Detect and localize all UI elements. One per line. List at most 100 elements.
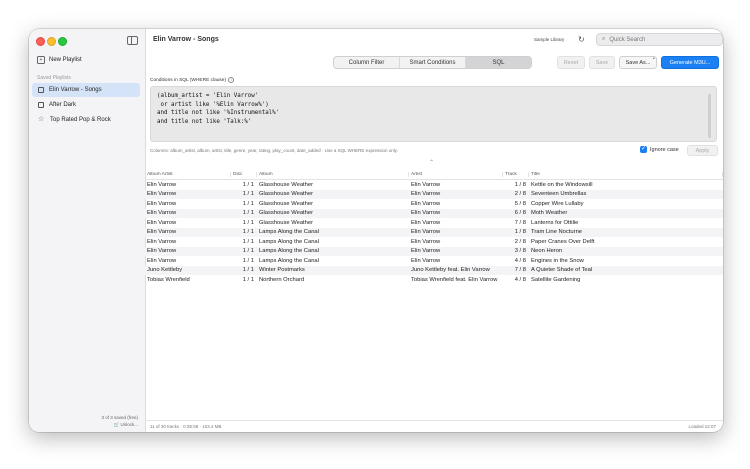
mode-segmented-control: Column Filter Smart Conditions SQL: [333, 56, 532, 69]
results-table: Album Artist Disc Album Artist Track Tit…: [145, 170, 723, 285]
apply-button[interactable]: Apply: [687, 145, 718, 156]
artist-cell: Elin Varrow: [411, 191, 441, 198]
column-header-artist[interactable]: Artist: [409, 172, 503, 177]
album-cell: Glasshouse Weather: [259, 210, 314, 217]
sql-code[interactable]: (album_artist = 'Elin Varrow' or artist …: [157, 92, 279, 126]
zoom-window-button[interactable]: [58, 37, 67, 46]
track-cell: 4 / 8: [514, 257, 526, 264]
sidebar-toggle-icon[interactable]: [127, 36, 138, 45]
column-header-title[interactable]: Title: [529, 172, 723, 177]
saved-count: 3 of 3 saved (free): [101, 415, 138, 420]
table-row[interactable]: Elin Varrow 1 / 1 Lamps Along the Canal Eli…: [145, 246, 723, 256]
title-cell: Tram Line Nocturne: [531, 229, 583, 236]
table-row[interactable]: Elin Varrow 1 / 1 Lamps Along the Canal Eli…: [145, 237, 723, 247]
artist-cell: Elin Varrow: [411, 200, 441, 207]
disc-cell: 1 / 1: [242, 191, 254, 198]
title-cell: Lanterns for Ottilie: [531, 219, 579, 226]
close-window-button[interactable]: [36, 37, 45, 46]
album-artist-cell: Elin Varrow: [147, 200, 177, 207]
artist-cell: Tobias Wrenfield feat. Elin Varrow: [411, 276, 498, 283]
columns-helper-text: Columns: album_artist, album, artist, ti…: [150, 148, 398, 153]
editor-scrollbar[interactable]: [708, 94, 711, 138]
track-cell: 5 / 8: [514, 200, 526, 207]
table-row[interactable]: Elin Varrow 1 / 1 Glasshouse Weather Elin V…: [145, 180, 723, 190]
track-cell: 7 / 8: [514, 267, 526, 274]
album-cell: Lamps Along the Canal: [259, 238, 319, 245]
table-row[interactable]: Elin Varrow 1 / 1 Lamps Along the Canal Eli…: [145, 227, 723, 237]
library-label[interactable]: Sample Library: [534, 37, 564, 42]
saved-playlists-heading: Saved Playlists: [37, 75, 71, 81]
new-playlist-button[interactable]: + New Playlist: [37, 56, 82, 64]
album-artist-cell: Elin Varrow: [147, 248, 177, 255]
disc-cell: 1 / 1: [242, 257, 254, 264]
album-cell: Lamps Along the Canal: [259, 248, 319, 255]
plus-icon: +: [37, 56, 45, 64]
disc-cell: 1 / 1: [242, 229, 254, 236]
sidebar-item-label: Top Rated Pop & Rock: [50, 117, 111, 123]
sidebar-item-top-rated[interactable]: ☆ Top Rated Pop & Rock: [32, 113, 140, 127]
column-header-album-artist[interactable]: Album Artist: [145, 172, 231, 177]
reset-button[interactable]: Reset: [557, 56, 585, 69]
new-playlist-label: New Playlist: [49, 57, 82, 63]
album-cell: Winter Postmarks: [259, 267, 305, 274]
sidebar: + New Playlist Saved Playlists Elin Varr…: [29, 29, 146, 432]
column-header-track[interactable]: Track: [503, 172, 529, 177]
ignore-case-checkbox[interactable]: ✓ Ignore case: [640, 146, 679, 153]
table-row[interactable]: Juno Kettleby 1 / 1 Winter Postmarks Juno K…: [145, 265, 723, 275]
album-artist-cell: Elin Varrow: [147, 210, 177, 217]
save-button[interactable]: Save: [589, 56, 615, 69]
table-row[interactable]: Elin Varrow 1 / 1 Lamps Along the Canal Eli…: [145, 256, 723, 266]
save-as-badge: •: [653, 56, 655, 62]
sql-editor[interactable]: (album_artist = 'Elin Varrow' or artist …: [150, 86, 717, 142]
table-row[interactable]: Elin Varrow 1 / 1 Glasshouse Weather Elin V…: [145, 189, 723, 199]
sidebar-item-after-dark[interactable]: After Dark: [32, 98, 140, 112]
artist-cell: Elin Varrow: [411, 238, 441, 245]
column-header-disc[interactable]: Disc: [231, 172, 257, 177]
title-cell: Paper Cranes Over Delft: [531, 238, 595, 245]
track-cell: 4 / 8: [514, 276, 526, 283]
artist-cell: Elin Varrow: [411, 248, 441, 255]
track-summary: 11 of 30 tracks · 0:39:58 · 103.4 MB: [150, 424, 222, 429]
column-header-album[interactable]: Album: [257, 172, 409, 177]
search-placeholder: Quick Search: [609, 36, 646, 43]
tab-sql[interactable]: SQL: [465, 57, 531, 68]
search-input[interactable]: ⌕ Quick Search: [596, 33, 723, 46]
generate-m3u-button[interactable]: Generate M3U...: [661, 56, 719, 69]
sidebar-item-label: After Dark: [49, 102, 77, 108]
title-cell: Copper Wire Lullaby: [531, 200, 584, 207]
disc-cell: 1 / 1: [242, 238, 254, 245]
checkmark-icon: ✓: [640, 146, 647, 153]
table-row[interactable]: Elin Varrow 1 / 1 Glasshouse Weather Elin V…: [145, 218, 723, 228]
grid-icon: [38, 102, 44, 108]
collapse-chevron-icon[interactable]: ⌃: [429, 159, 434, 166]
unlock-button[interactable]: 🛒 Unlock...: [29, 422, 138, 428]
loaded-time: Loaded 12:07: [688, 424, 716, 429]
table-row[interactable]: Tobias Wrenfield 1 / 1 Northern Orchard Tob…: [145, 275, 723, 285]
artist-cell: Juno Kettleby feat. Elin Varrow: [411, 267, 490, 274]
title-cell: Engines in the Snow: [531, 257, 584, 264]
sidebar-item-label: Elin Varrow - Songs: [49, 87, 102, 93]
disc-cell: 1 / 1: [242, 210, 254, 217]
table-row[interactable]: Elin Varrow 1 / 1 Glasshouse Weather Elin V…: [145, 199, 723, 209]
info-icon[interactable]: i: [228, 77, 235, 83]
tab-column-filter[interactable]: Column Filter: [334, 57, 399, 68]
status-bar: 11 of 30 tracks · 0:39:58 · 103.4 MB Loa…: [145, 420, 723, 432]
minimize-window-button[interactable]: [47, 37, 56, 46]
artist-cell: Elin Varrow: [411, 181, 441, 188]
artist-cell: Elin Varrow: [411, 219, 441, 226]
disc-cell: 1 / 1: [242, 248, 254, 255]
album-cell: Glasshouse Weather: [259, 200, 314, 207]
artist-cell: Elin Varrow: [411, 229, 441, 236]
table-row[interactable]: Elin Varrow 1 / 1 Glasshouse Weather Elin V…: [145, 208, 723, 218]
refresh-icon[interactable]: ↻: [578, 35, 585, 44]
album-cell: Glasshouse Weather: [259, 191, 314, 198]
track-cell: 3 / 8: [514, 248, 526, 255]
track-cell: 1 / 8: [514, 181, 526, 188]
save-as-button[interactable]: Save As...: [619, 56, 657, 69]
album-cell: Lamps Along the Canal: [259, 229, 319, 236]
sidebar-item-elin-varrow-songs[interactable]: Elin Varrow - Songs: [32, 83, 140, 97]
tab-smart-conditions[interactable]: Smart Conditions: [399, 57, 465, 68]
conditions-label: Conditions in SQL (WHERE clause) i: [150, 77, 235, 83]
album-artist-cell: Elin Varrow: [147, 238, 177, 245]
star-icon: ☆: [38, 116, 45, 123]
